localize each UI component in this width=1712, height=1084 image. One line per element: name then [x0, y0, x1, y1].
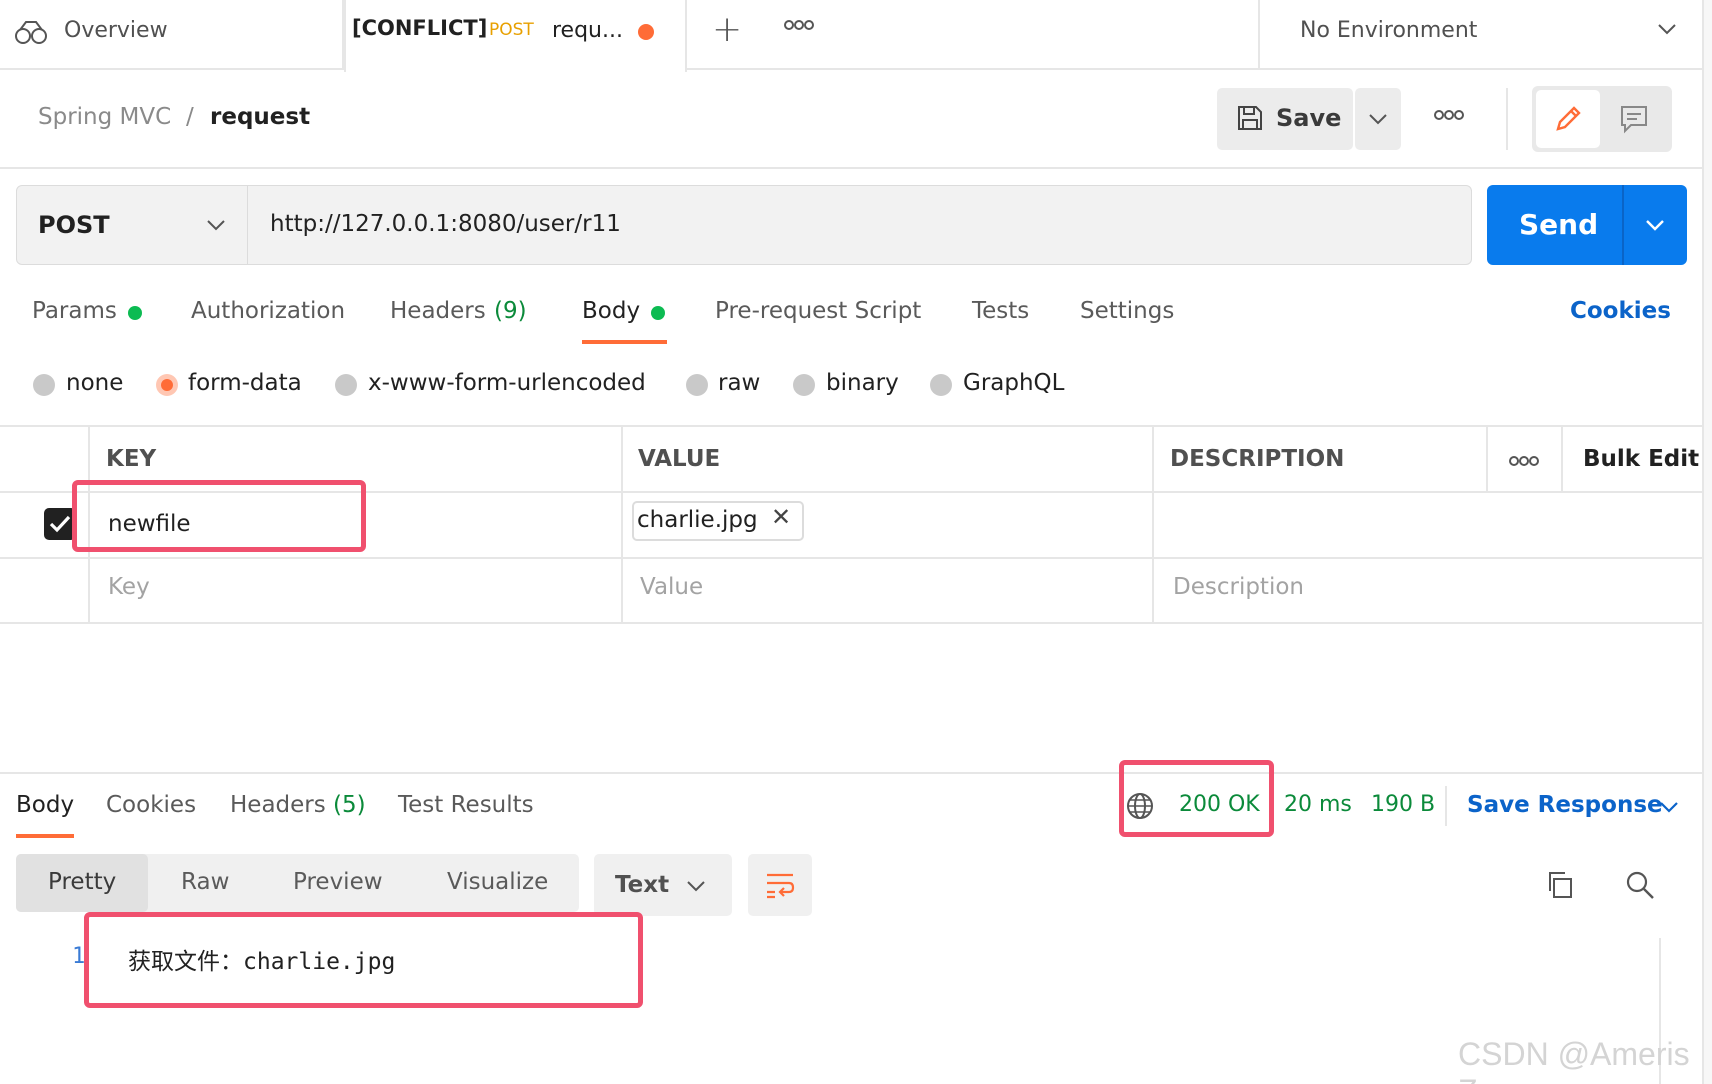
- tab-conflict-label: [CONFLICT]: [352, 16, 488, 40]
- tab-body[interactable]: Body: [582, 298, 640, 324]
- table-col-divider: [1561, 425, 1563, 493]
- response-tab-cookies[interactable]: Cookies: [106, 792, 196, 818]
- window-scrollbar[interactable]: [1702, 0, 1712, 1084]
- env-divider: [1258, 0, 1260, 70]
- tab-prerequest-script[interactable]: Pre-request Script: [715, 298, 921, 324]
- save-button-label: Save: [1276, 104, 1342, 132]
- bulk-edit-button[interactable]: Bulk Edit: [1583, 446, 1699, 472]
- response-size[interactable]: 190 B: [1371, 792, 1435, 817]
- new-description-input[interactable]: Description: [1173, 574, 1304, 600]
- chevron-down-icon: [1367, 108, 1389, 134]
- view-preview-button[interactable]: Preview: [293, 869, 383, 895]
- radio-urlencoded-label: x-www-form-urlencoded: [368, 370, 646, 396]
- radio-raw[interactable]: [686, 374, 708, 396]
- unsaved-dot-icon[interactable]: [638, 24, 654, 40]
- radio-graphql-label: GraphQL: [963, 370, 1065, 396]
- view-raw-button[interactable]: Raw: [181, 869, 229, 895]
- params-active-dot: [128, 306, 142, 320]
- header-divider: [1506, 88, 1508, 150]
- send-divider: [1622, 185, 1624, 265]
- chevron-down-icon: [685, 875, 707, 901]
- table-col-divider: [621, 425, 623, 624]
- new-key-input[interactable]: Key: [108, 574, 150, 600]
- tab-request-name: requ...: [552, 18, 623, 43]
- tab-overview[interactable]: Overview: [64, 18, 168, 43]
- more-options-icon[interactable]: [1434, 106, 1464, 125]
- header-divider-line: [0, 167, 1712, 169]
- environment-selector[interactable]: No Environment: [1300, 18, 1477, 43]
- headers-count: (9): [494, 298, 527, 324]
- response-tab-headers[interactable]: Headers: [230, 792, 326, 818]
- search-icon[interactable]: [1625, 870, 1655, 904]
- column-header-value: VALUE: [638, 446, 721, 472]
- response-tab-body[interactable]: Body: [16, 792, 74, 818]
- highlight-box: [84, 912, 643, 1008]
- tab-headers[interactable]: Headers: [390, 298, 486, 324]
- radio-binary-label: binary: [826, 370, 899, 396]
- radio-graphql[interactable]: [930, 374, 952, 396]
- copy-icon[interactable]: [1545, 870, 1575, 904]
- table-col-divider: [1486, 425, 1488, 493]
- language-select-label: Text: [615, 872, 670, 898]
- table-top-border: [0, 425, 1702, 427]
- radio-raw-label: raw: [718, 370, 761, 396]
- view-visualize-button[interactable]: Visualize: [447, 869, 548, 895]
- save-icon: [1236, 104, 1264, 136]
- response-headers-count: (5): [333, 792, 366, 818]
- body-active-dot: [651, 306, 665, 320]
- watermark: CSDN @Ameris Z: [1458, 1036, 1690, 1084]
- table-more-icon[interactable]: [1509, 452, 1539, 471]
- method-label: POST: [38, 211, 110, 239]
- tab-authorization[interactable]: Authorization: [191, 298, 345, 324]
- tab-method-label: POST: [489, 20, 534, 40]
- response-tab-test-results[interactable]: Test Results: [398, 792, 534, 818]
- send-button-label: Send: [1519, 208, 1599, 241]
- chevron-down-icon[interactable]: [1656, 18, 1678, 44]
- radio-binary[interactable]: [793, 374, 815, 396]
- close-icon[interactable]: ✕: [771, 503, 791, 531]
- breadcrumb-separator: /: [186, 104, 194, 130]
- pencil-icon: [1553, 104, 1583, 138]
- tab-params[interactable]: Params: [32, 298, 117, 324]
- active-tab-indicator: [16, 834, 74, 838]
- radio-none-label: none: [66, 370, 124, 396]
- tab-more-icon[interactable]: [784, 16, 814, 35]
- highlight-box: [72, 480, 366, 552]
- radio-urlencoded[interactable]: [335, 374, 357, 396]
- response-divider: [0, 772, 1712, 774]
- new-tab-button[interactable]: +: [712, 10, 742, 50]
- breadcrumb-current[interactable]: request: [210, 104, 310, 130]
- column-header-description: DESCRIPTION: [1170, 446, 1345, 472]
- new-value-input[interactable]: Value: [640, 574, 703, 600]
- chevron-down-icon[interactable]: [1644, 214, 1666, 240]
- url-value: http://127.0.0.1:8080/user/r11: [270, 211, 621, 237]
- tab-tests[interactable]: Tests: [972, 298, 1029, 324]
- tab-settings[interactable]: Settings: [1080, 298, 1174, 324]
- radio-none[interactable]: [33, 374, 55, 396]
- response-time[interactable]: 20 ms: [1284, 792, 1352, 817]
- radio-form-data[interactable]: [156, 374, 178, 396]
- highlight-box: [1119, 760, 1274, 837]
- wrap-lines-icon: [765, 870, 795, 904]
- file-name: charlie.jpg: [637, 507, 758, 533]
- chevron-down-icon[interactable]: [1658, 796, 1680, 822]
- active-tab-indicator: [582, 340, 667, 344]
- view-pretty-label: Pretty: [48, 869, 117, 895]
- column-header-key: KEY: [106, 446, 157, 472]
- table-bottom-border: [0, 622, 1702, 624]
- overview-icon: [14, 18, 48, 50]
- comment-icon[interactable]: [1619, 104, 1649, 138]
- chevron-down-icon: [205, 214, 227, 240]
- response-divider-vertical: [1445, 786, 1447, 826]
- table-col-divider: [1152, 425, 1154, 624]
- radio-form-data-label: form-data: [188, 370, 302, 396]
- cookies-link[interactable]: Cookies: [1570, 298, 1671, 324]
- breadcrumb-parent[interactable]: Spring MVC: [38, 104, 171, 130]
- save-response-button[interactable]: Save Response: [1467, 792, 1663, 818]
- table-row-border: [0, 557, 1702, 559]
